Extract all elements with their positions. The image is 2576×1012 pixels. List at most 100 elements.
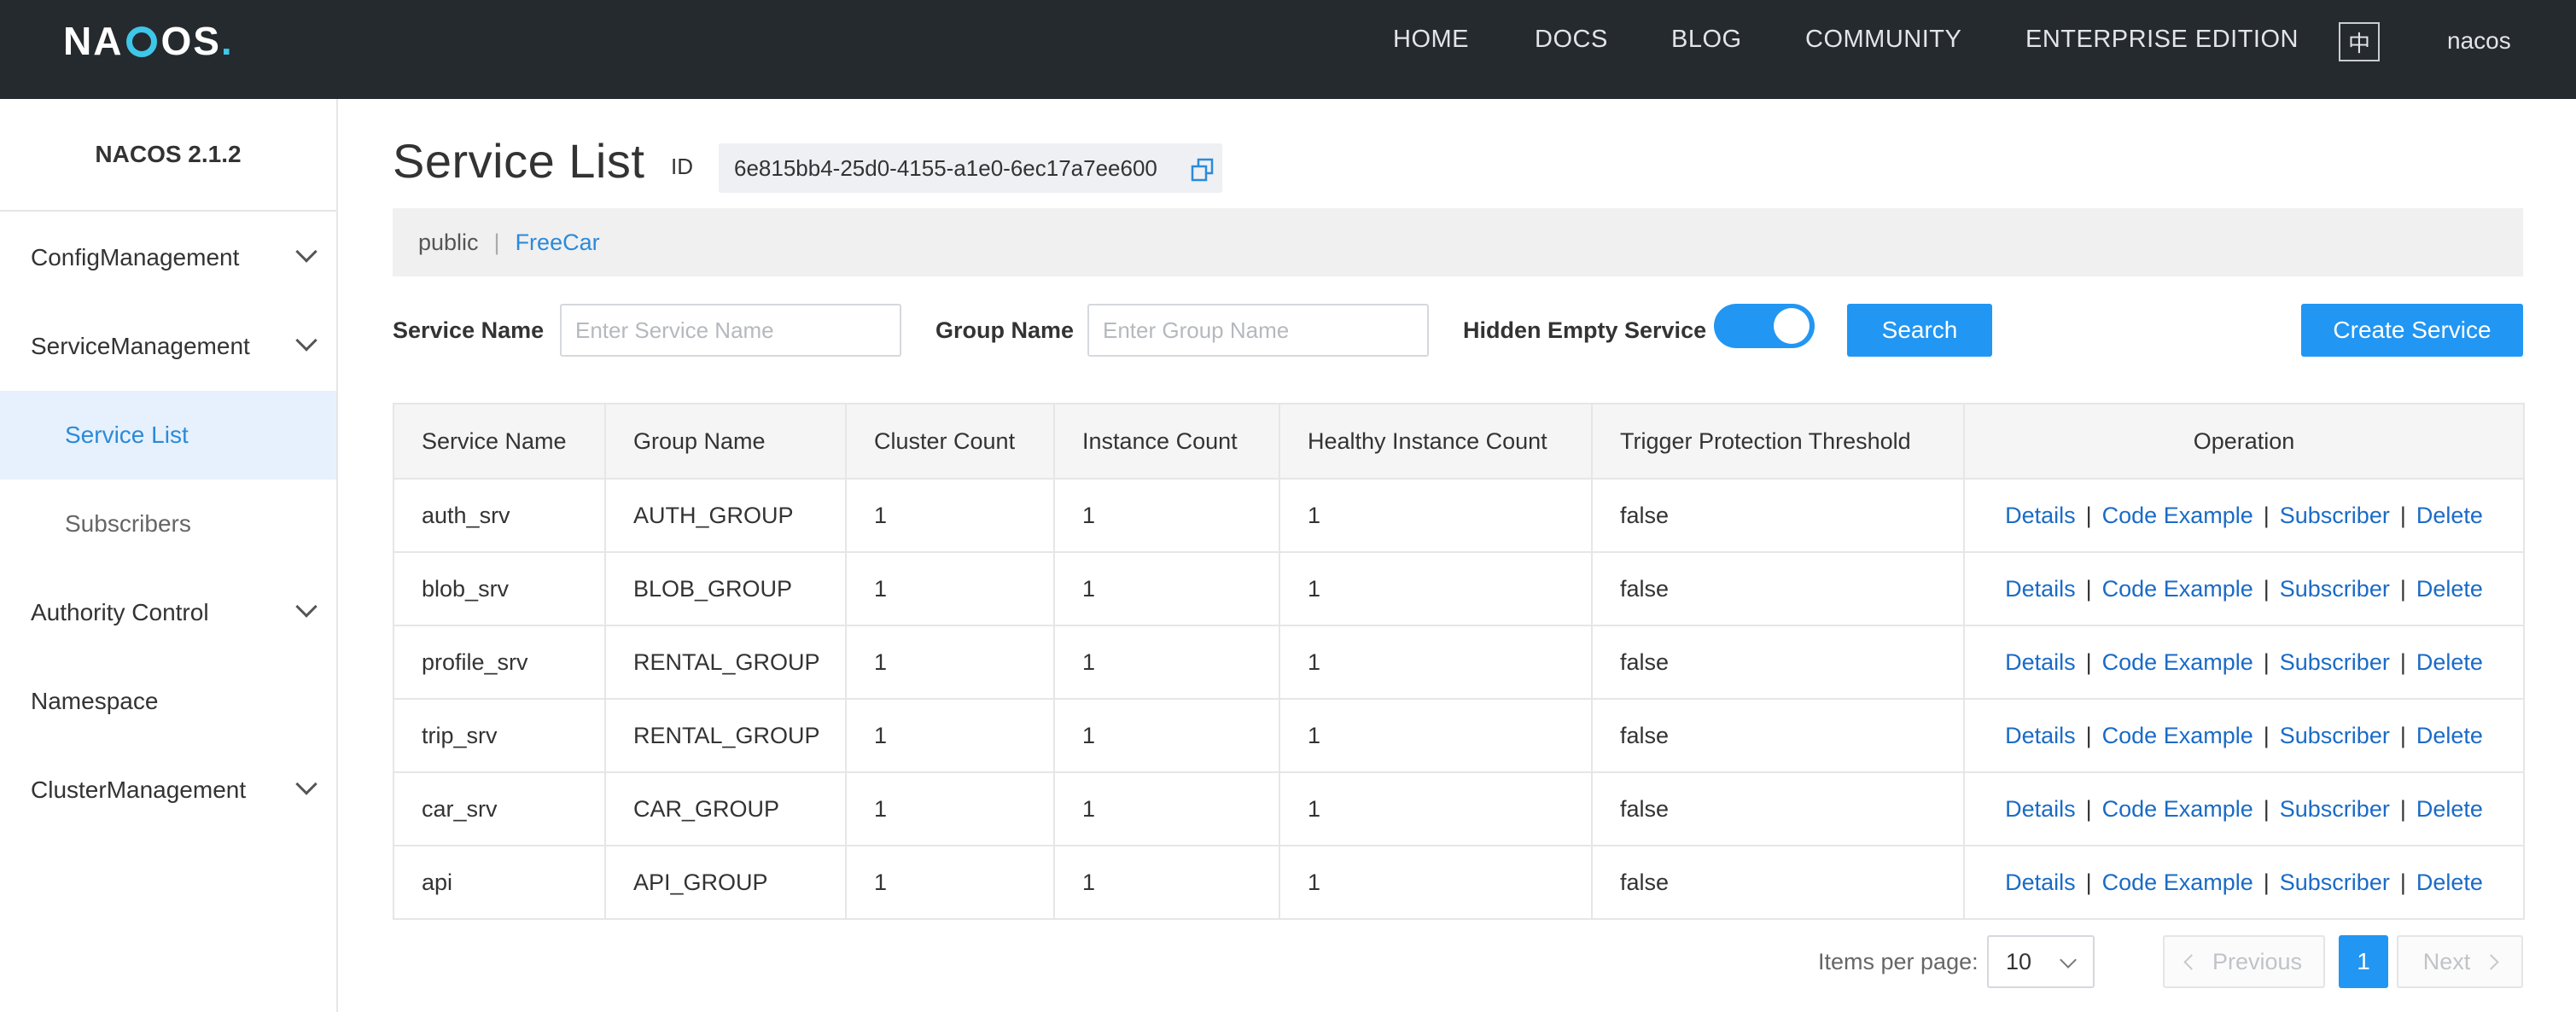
user-menu[interactable]: nacos: [2447, 27, 2511, 55]
delete-link[interactable]: Delete: [2416, 576, 2483, 602]
sidebar-item-service-management[interactable]: ServiceManagement: [0, 302, 336, 391]
subscriber-link[interactable]: Subscriber: [2280, 796, 2390, 822]
version-label: NACOS 2.1.2: [0, 99, 336, 212]
delete-link[interactable]: Delete: [2416, 649, 2483, 675]
table-header-row: Service Name Group Name Cluster Count Insta…: [393, 403, 2525, 480]
operation-separator: |: [2399, 575, 2406, 602]
nav-community[interactable]: COMMUNITY: [1805, 26, 1961, 54]
subscriber-link[interactable]: Subscriber: [2280, 870, 2390, 895]
table-cell: profile_srv: [393, 625, 606, 700]
table-cell: 1: [1279, 698, 1593, 773]
nav-blog[interactable]: BLOG: [1671, 26, 1742, 54]
sidebar-item-authority-control[interactable]: Authority Control: [0, 568, 336, 657]
table-cell: 1: [845, 625, 1055, 700]
table-cell: false: [1591, 625, 1965, 700]
operation-separator: |: [2399, 722, 2406, 748]
sidebar-item-cluster-management[interactable]: ClusterManagement: [0, 746, 336, 835]
table-cell: 1: [845, 478, 1055, 553]
delete-link[interactable]: Delete: [2416, 796, 2483, 822]
operation-separator: |: [2085, 869, 2092, 895]
subscriber-link[interactable]: Subscriber: [2280, 649, 2390, 675]
table-cell: RENTAL_GROUP: [604, 625, 847, 700]
language-switch-button[interactable]: 中: [2339, 22, 2380, 61]
page-1-button[interactable]: 1: [2339, 935, 2388, 988]
col-trigger-protection-threshold: Trigger Protection Threshold: [1591, 403, 1965, 480]
table-cell: 1: [845, 771, 1055, 846]
sidebar-item-subscribers[interactable]: Subscribers: [0, 480, 336, 568]
details-link[interactable]: Details: [2005, 649, 2076, 675]
operation-separator: |: [2085, 502, 2092, 528]
code-example-link[interactable]: Code Example: [2102, 796, 2253, 822]
delete-link[interactable]: Delete: [2416, 723, 2483, 748]
delete-link[interactable]: Delete: [2416, 503, 2483, 528]
table-cell: 1: [1279, 551, 1593, 626]
sidebar-item-config-management[interactable]: ConfigManagement: [0, 213, 336, 302]
namespace-id-box: 6e815bb4-25d0-4155-a1e0-6ec17a7ee600: [719, 143, 1222, 193]
nav-home[interactable]: HOME: [1393, 26, 1469, 54]
namespace-id-label: ID: [671, 154, 693, 179]
chevron-down-icon: [295, 596, 318, 618]
namespace-freecar[interactable]: FreeCar: [516, 230, 600, 256]
table-cell: API_GROUP: [604, 845, 847, 920]
subscriber-link[interactable]: Subscriber: [2280, 576, 2390, 602]
operation-separator: |: [2085, 722, 2092, 748]
table-cell: 1: [845, 698, 1055, 773]
details-link[interactable]: Details: [2005, 796, 2076, 822]
operation-separator: |: [2399, 502, 2406, 528]
table-cell: 1: [1279, 478, 1593, 553]
operation-separator: |: [2263, 502, 2270, 528]
chevron-down-icon: [2060, 951, 2077, 968]
previous-page-button[interactable]: Previous: [2163, 935, 2325, 988]
copy-icon[interactable]: [1190, 157, 1215, 183]
items-per-page-select[interactable]: 10: [1987, 935, 2095, 988]
table-row: profile_srv RENTAL_GROUP 1 1 1 false Details | C…: [393, 625, 2525, 700]
col-instance-count: Instance Count: [1053, 403, 1280, 480]
nacos-logo[interactable]: NA OS.: [63, 17, 234, 65]
code-example-link[interactable]: Code Example: [2102, 870, 2253, 895]
operation-cell: Details | Code Example | Subscriber | Delete: [1963, 551, 2525, 626]
table-cell: false: [1591, 551, 1965, 626]
sidebar-item-service-list[interactable]: Service List: [0, 391, 336, 480]
table-cell: 1: [1053, 698, 1280, 773]
details-link[interactable]: Details: [2005, 503, 2076, 528]
chevron-down-icon: [295, 773, 318, 795]
details-link[interactable]: Details: [2005, 723, 2076, 748]
table-row: trip_srv RENTAL_GROUP 1 1 1 false Details | Code…: [393, 698, 2525, 773]
table-row: car_srv CAR_GROUP 1 1 1 false Details | Code Exa…: [393, 771, 2525, 846]
logo-ring-icon: [126, 26, 158, 57]
col-service-name: Service Name: [393, 403, 606, 480]
nav-enterprise-edition[interactable]: ENTERPRISE EDITION: [2025, 26, 2299, 54]
delete-link[interactable]: Delete: [2416, 870, 2483, 895]
operation-separator: |: [2263, 795, 2270, 822]
subscriber-link[interactable]: Subscriber: [2280, 723, 2390, 748]
service-name-label: Service Name: [393, 317, 545, 343]
namespace-bar: public | FreeCar: [393, 208, 2523, 276]
operation-cell: Details | Code Example | Subscriber | Delete: [1963, 845, 2525, 920]
group-name-input[interactable]: [1087, 304, 1429, 357]
code-example-link[interactable]: Code Example: [2102, 649, 2253, 675]
next-page-button[interactable]: Next: [2397, 935, 2523, 988]
operation-separator: |: [2399, 648, 2406, 675]
table-row: api API_GROUP 1 1 1 false Details | Code Example…: [393, 845, 2525, 920]
service-name-input[interactable]: [560, 304, 901, 357]
chevron-down-icon: [295, 329, 318, 352]
table-cell: false: [1591, 698, 1965, 773]
hidden-empty-service-toggle[interactable]: [1714, 304, 1815, 348]
code-example-link[interactable]: Code Example: [2102, 576, 2253, 602]
details-link[interactable]: Details: [2005, 576, 2076, 602]
service-table: Service Name Group Name Cluster Count Insta…: [393, 403, 2525, 920]
sidebar-item-namespace[interactable]: Namespace: [0, 657, 336, 746]
code-example-link[interactable]: Code Example: [2102, 723, 2253, 748]
table-cell: 1: [845, 551, 1055, 626]
nav-docs[interactable]: DOCS: [1535, 26, 1608, 54]
namespace-public[interactable]: public: [418, 230, 479, 256]
code-example-link[interactable]: Code Example: [2102, 503, 2253, 528]
table-cell: 1: [845, 845, 1055, 920]
search-button[interactable]: Search: [1847, 304, 1992, 357]
table-row: auth_srv AUTH_GROUP 1 1 1 false Details | Code E…: [393, 478, 2525, 553]
table-cell: trip_srv: [393, 698, 606, 773]
subscriber-link[interactable]: Subscriber: [2280, 503, 2390, 528]
details-link[interactable]: Details: [2005, 870, 2076, 895]
chevron-down-icon: [295, 241, 318, 263]
create-service-button[interactable]: Create Service: [2301, 304, 2523, 357]
